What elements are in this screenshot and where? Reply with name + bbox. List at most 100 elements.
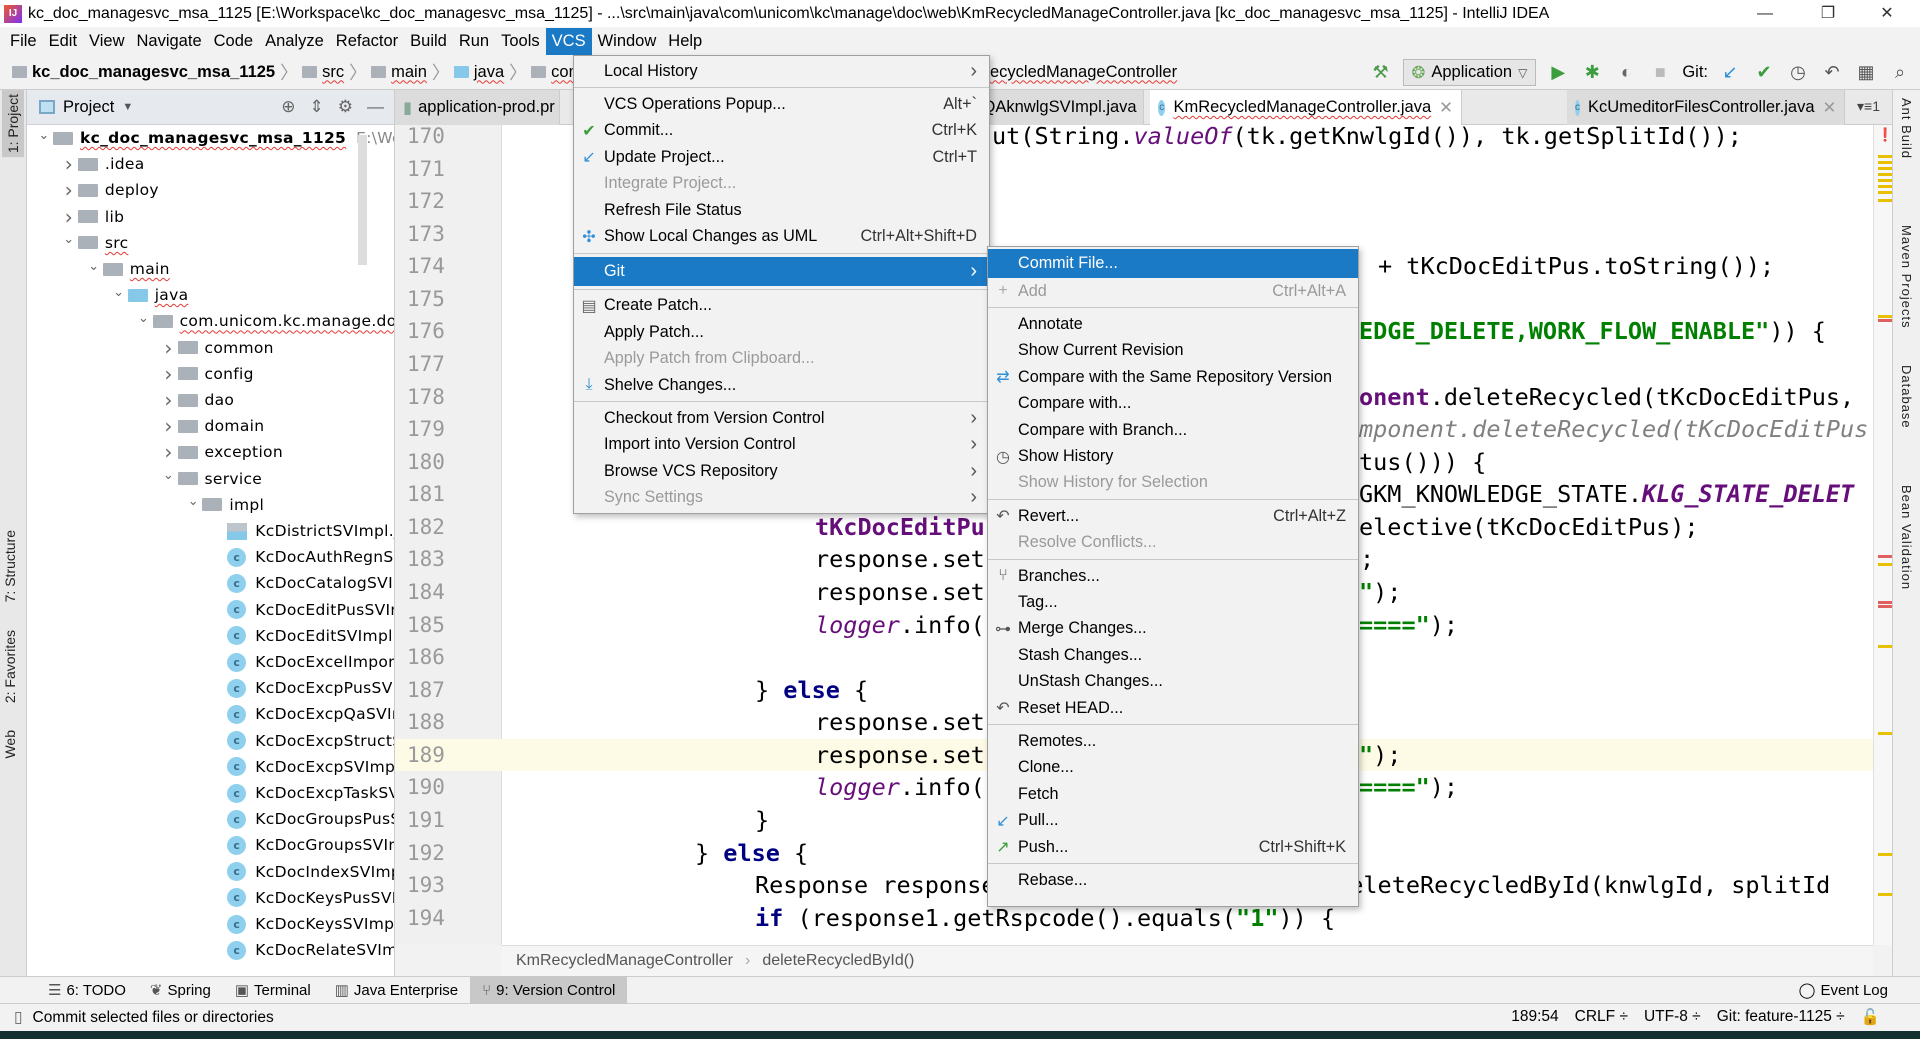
tool-terminal[interactable]: ▣ Terminal <box>223 976 323 1004</box>
chevron-down-icon[interactable]: ▼ <box>122 101 133 113</box>
tree-item[interactable]: c KcDocExcpSVImpl <box>27 754 394 780</box>
menu-build[interactable]: Build <box>404 28 453 55</box>
tree-item[interactable]: ⌄ java <box>27 282 188 308</box>
stripe-mark[interactable] <box>1878 179 1892 182</box>
menu-item-apply-patch[interactable]: Apply Patch... <box>574 319 989 345</box>
tree-item[interactable]: ⌄kc_doc_managesvc_msa_1125E:\Workspa <box>27 125 394 151</box>
menu-item-branches[interactable]: ⑂ Branches... <box>988 563 1358 589</box>
nav-crumb[interactable]: main 〉 <box>371 59 450 85</box>
menu-item-stash-changes[interactable]: Stash Changes... <box>988 642 1358 668</box>
tool-window-web[interactable]: Web <box>2 730 18 759</box>
rollback-icon[interactable]: ↶ <box>1820 62 1844 83</box>
tree-item[interactable]: ⌄ com.unicom.kc.manage.doc <box>27 308 394 334</box>
tree-item[interactable]: › domain <box>27 413 264 439</box>
menu-item-compare-with[interactable]: Compare with... <box>988 391 1358 417</box>
stripe-mark[interactable] <box>1878 563 1892 566</box>
menu-item-add[interactable]: + Add Ctrl+Alt+A <box>988 278 1358 304</box>
menu-item-push[interactable]: ↗ Push... Ctrl+Shift+K <box>988 834 1358 860</box>
history-icon[interactable]: ◷ <box>1786 62 1810 83</box>
close-button[interactable]: ✕ <box>1862 0 1912 27</box>
stripe-mark[interactable] <box>1878 893 1892 896</box>
tree-item[interactable]: › lib <box>27 204 124 230</box>
tool-window-bean-validation[interactable]: Bean Validation <box>1899 485 1914 590</box>
stripe-mark[interactable] <box>1878 732 1892 735</box>
menu-item-remotes[interactable]: Remotes... <box>988 728 1358 754</box>
crumb-class[interactable]: KmRecycledManageController <box>516 952 733 970</box>
menu-item-revert[interactable]: ↶ Revert... Ctrl+Alt+Z <box>988 503 1358 529</box>
tree-item[interactable]: c KcDocExcpTaskSVIr <box>27 780 394 806</box>
tree-item[interactable]: c KcDocIndexSVImpl <box>27 859 394 885</box>
crumb-method[interactable]: deleteRecycledById() <box>762 952 914 970</box>
status-toggle-icon[interactable]: ▯ <box>14 1008 23 1027</box>
chevron-right-icon[interactable]: › <box>160 336 178 360</box>
chevron-down-icon[interactable]: ⌄ <box>110 285 128 300</box>
tool-6-todo[interactable]: ☰ 6: TODO <box>36 976 138 1004</box>
tool-window-maven-projects[interactable]: Maven Projects <box>1899 225 1914 329</box>
tree-item[interactable]: c KcDocCatalogSVIm <box>27 570 394 596</box>
tool-window-7-structure[interactable]: 7: Structure <box>2 530 18 602</box>
encoding-select[interactable]: UTF-8 ÷ <box>1644 1008 1701 1027</box>
menu-vcs[interactable]: VCS <box>545 27 592 55</box>
nav-crumb[interactable]: src 〉 <box>302 59 367 85</box>
menu-item-checkout-from-version-control[interactable]: Checkout from Version Control › <box>574 405 989 431</box>
menu-item-pull[interactable]: ↙ Pull... <box>988 807 1358 833</box>
error-indicator-icon[interactable]: ❗ <box>1877 127 1893 143</box>
tree-item[interactable]: › dao <box>27 387 234 413</box>
caret-position[interactable]: 189:54 <box>1511 1008 1558 1027</box>
tree-item[interactable]: c KcDocKeysPusSVIm <box>27 885 394 911</box>
stripe-mark[interactable] <box>1878 185 1892 188</box>
menu-item-clone[interactable]: Clone... <box>988 755 1358 781</box>
chevron-down-icon[interactable]: ⌄ <box>160 468 178 483</box>
tree-item[interactable]: KcDistrictSVImpl.jav <box>27 518 394 544</box>
tree-item[interactable]: c KcDocAuthRegnSVI <box>27 544 394 570</box>
chevron-down-icon[interactable]: ⌄ <box>60 232 78 247</box>
tree-item[interactable]: ⌄ service <box>27 466 262 492</box>
stripe-mark[interactable] <box>1878 173 1892 176</box>
tree-item[interactable]: ⌄ impl <box>27 492 264 518</box>
chevron-down-icon[interactable]: ⌄ <box>184 494 202 509</box>
close-tab-icon[interactable]: ✕ <box>1439 98 1453 118</box>
git-commit-icon[interactable]: ✔ <box>1752 62 1776 83</box>
tree-item[interactable]: c KcDocEditPusSVImp <box>27 597 394 623</box>
menu-item-show-current-revision[interactable]: Show Current Revision <box>988 338 1358 364</box>
menu-item-annotate[interactable]: Annotate <box>988 311 1358 337</box>
menu-item-git[interactable]: Git › <box>574 256 989 286</box>
menu-item-local-history[interactable]: Local History › <box>574 58 989 84</box>
menu-item-commit-file[interactable]: Commit File... <box>988 249 1358 278</box>
chevron-right-icon[interactable]: › <box>60 178 78 202</box>
menu-tools[interactable]: Tools <box>495 28 546 55</box>
menu-item-sync-settings[interactable]: Sync Settings › <box>574 484 989 510</box>
tree-item[interactable]: c KcDocExcpPusSVIm <box>27 675 394 701</box>
menu-item-resolve-conflicts[interactable]: Resolve Conflicts... <box>988 530 1358 556</box>
stripe-mark[interactable] <box>1878 161 1892 164</box>
stripe-mark[interactable] <box>1878 605 1892 608</box>
tree-item[interactable]: c KcDocEditSVImpl <box>27 623 393 649</box>
menu-item-show-history-for-selection[interactable]: Show History for Selection <box>988 470 1358 496</box>
menu-refactor[interactable]: Refactor <box>330 28 404 55</box>
run-configuration-select[interactable]: ❂ Application ▽ <box>1402 59 1537 86</box>
menu-item-rebase[interactable]: Rebase... <box>988 867 1358 893</box>
stop-icon[interactable]: ■ <box>1648 62 1672 83</box>
tree-item[interactable]: ⌄ src <box>27 230 128 256</box>
chevron-right-icon[interactable]: › <box>60 205 78 229</box>
menu-item-compare-with-the-same-repository-version[interactable]: ⇄ Compare with the Same Repository Versio… <box>988 364 1358 390</box>
menu-navigate[interactable]: Navigate <box>131 28 208 55</box>
tool-java-enterprise[interactable]: ▥ Java Enterprise <box>323 976 470 1004</box>
tree-item[interactable]: › exception <box>27 439 283 465</box>
tab-kmrecycledmanagecontroller-java[interactable]: c KmRecycledManageController.java ✕ <box>1150 90 1462 125</box>
menu-item-integrate-project[interactable]: Integrate Project... <box>574 171 989 197</box>
stripe-mark[interactable] <box>1878 315 1892 318</box>
menu-item-show-history[interactable]: ◷ Show History <box>988 443 1358 469</box>
menu-item-browse-vcs-repository[interactable]: Browse VCS Repository › <box>574 458 989 484</box>
chevron-right-icon[interactable]: › <box>160 440 178 464</box>
menu-help[interactable]: Help <box>662 28 708 55</box>
nav-crumb[interactable]: kc_doc_managesvc_msa_1125 〉 <box>12 59 298 85</box>
project-view-select[interactable]: Project <box>63 98 114 117</box>
build-hammer-icon[interactable]: ⚒ <box>1369 62 1393 83</box>
event-log-button[interactable]: ◯ Event Log <box>1787 976 1900 1004</box>
tree-item[interactable]: c KcDocExcelImportS <box>27 649 394 675</box>
menu-item-fetch[interactable]: Fetch <box>988 781 1358 807</box>
stripe-mark[interactable] <box>1878 555 1892 558</box>
menu-item-tag[interactable]: Tag... <box>988 589 1358 615</box>
debug-icon[interactable]: ✱ <box>1580 62 1604 83</box>
